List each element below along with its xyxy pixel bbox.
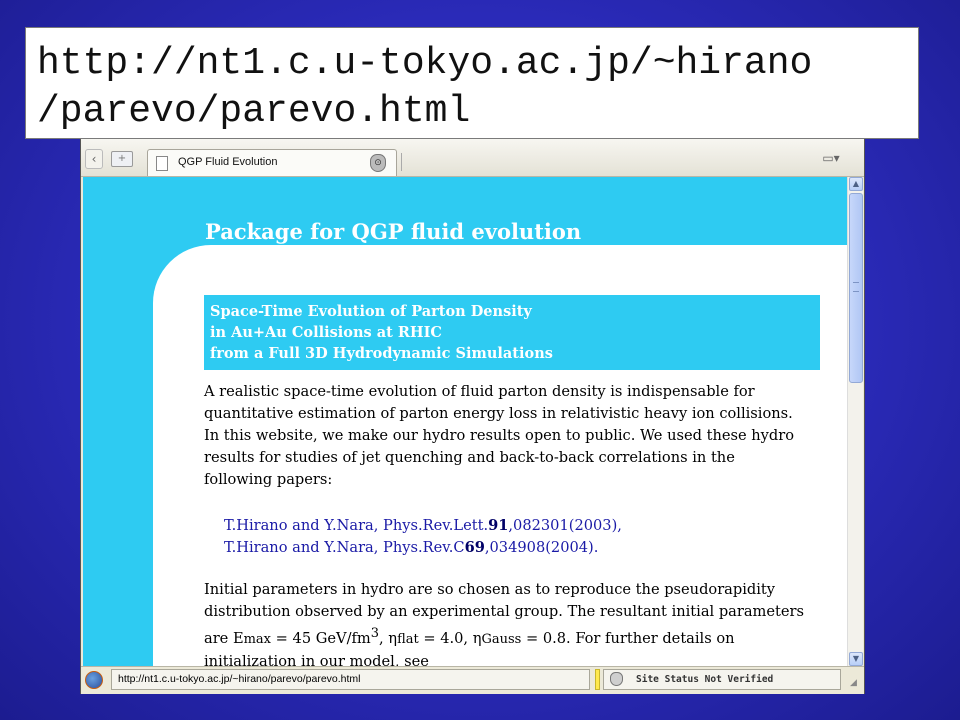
intro-line: results for studies of jet quenching and… bbox=[204, 449, 735, 466]
intro-line: In this website, we make our hydro resul… bbox=[204, 427, 795, 444]
browser-window: ‹ + QGP Fluid Evolution ⊙ ▭▾ Package for… bbox=[80, 138, 865, 694]
params-line: initialization in our model, see bbox=[204, 652, 429, 666]
params-line: are Emax = 45 GeV/fm3, ηflat = 4.0, ηGau… bbox=[204, 626, 735, 647]
url-banner: http://nt1.c.u-tokyo.ac.jp/~hirano /pare… bbox=[25, 27, 919, 139]
tab-bar: ‹ + QGP Fluid Evolution ⊙ ▭▾ bbox=[81, 139, 864, 177]
scroll-down-icon[interactable]: ▼ bbox=[849, 652, 863, 666]
params-line: distribution observed by an experimental… bbox=[204, 603, 804, 620]
params-line: Initial parameters in hydro are so chose… bbox=[204, 581, 776, 598]
resize-grip-icon[interactable]: ◢ bbox=[850, 677, 862, 689]
vertical-scrollbar[interactable]: ▲ ▼ bbox=[847, 177, 863, 666]
grip-icon bbox=[853, 282, 859, 292]
tab-separator bbox=[401, 153, 402, 171]
subtitle-line: from a Full 3D Hydrodynamic Simulations bbox=[210, 345, 553, 362]
status-url: http://nt1.c.u-tokyo.ac.jp/~hirano/parev… bbox=[118, 673, 361, 685]
url-banner-line2: /parevo/parevo.html bbox=[37, 90, 471, 133]
intro-line: quantitative estimation of parton energy… bbox=[204, 405, 793, 422]
tab-qgp-fluid-evolution[interactable]: QGP Fluid Evolution ⊙ bbox=[147, 149, 397, 176]
subtitle-box: Space-Time Evolution of Parton Density i… bbox=[204, 295, 820, 370]
shield-icon bbox=[610, 672, 623, 686]
subtitle-line: in Au+Au Collisions at RHIC bbox=[210, 324, 442, 341]
tab-list-icon[interactable]: ▭▾ bbox=[818, 151, 844, 166]
chevron-left-icon[interactable]: ‹ bbox=[85, 149, 103, 169]
site-status-text: Site Status Not Verified bbox=[636, 674, 774, 685]
reference-list: T.Hirano and Y.Nara, Phys.Rev.Lett.91,08… bbox=[224, 515, 622, 559]
status-bar: http://nt1.c.u-tokyo.ac.jp/~hirano/parev… bbox=[81, 666, 864, 694]
tab-label: QGP Fluid Evolution bbox=[178, 156, 278, 168]
page-content: Package for QGP fluid evolution Space-Ti… bbox=[83, 177, 847, 666]
reference-link[interactable]: T.Hirano and Y.Nara, Phys.Rev.C69,034908… bbox=[224, 537, 622, 559]
intro-line: following papers: bbox=[204, 471, 333, 488]
intro-paragraph: A realistic space-time evolution of flui… bbox=[204, 381, 844, 491]
page-title: Package for QGP fluid evolution bbox=[205, 219, 582, 244]
page-icon bbox=[156, 156, 168, 171]
scroll-up-icon[interactable]: ▲ bbox=[849, 177, 863, 191]
site-status-box[interactable]: Site Status Not Verified bbox=[603, 669, 841, 690]
params-paragraph: Initial parameters in hydro are so chose… bbox=[204, 579, 844, 666]
subtitle-line: Space-Time Evolution of Parton Density bbox=[210, 303, 532, 320]
reference-link[interactable]: T.Hirano and Y.Nara, Phys.Rev.Lett.91,08… bbox=[224, 515, 622, 537]
firefox-icon bbox=[85, 671, 103, 689]
scrollbar-thumb[interactable] bbox=[849, 193, 863, 383]
status-url-box: http://nt1.c.u-tokyo.ac.jp/~hirano/parev… bbox=[111, 669, 590, 690]
new-tab-icon[interactable]: + bbox=[111, 151, 133, 167]
intro-line: A realistic space-time evolution of flui… bbox=[204, 383, 755, 400]
status-separator bbox=[595, 669, 600, 690]
shield-icon[interactable]: ⊙ bbox=[370, 154, 386, 172]
url-banner-line1: http://nt1.c.u-tokyo.ac.jp/~hirano bbox=[37, 42, 813, 85]
